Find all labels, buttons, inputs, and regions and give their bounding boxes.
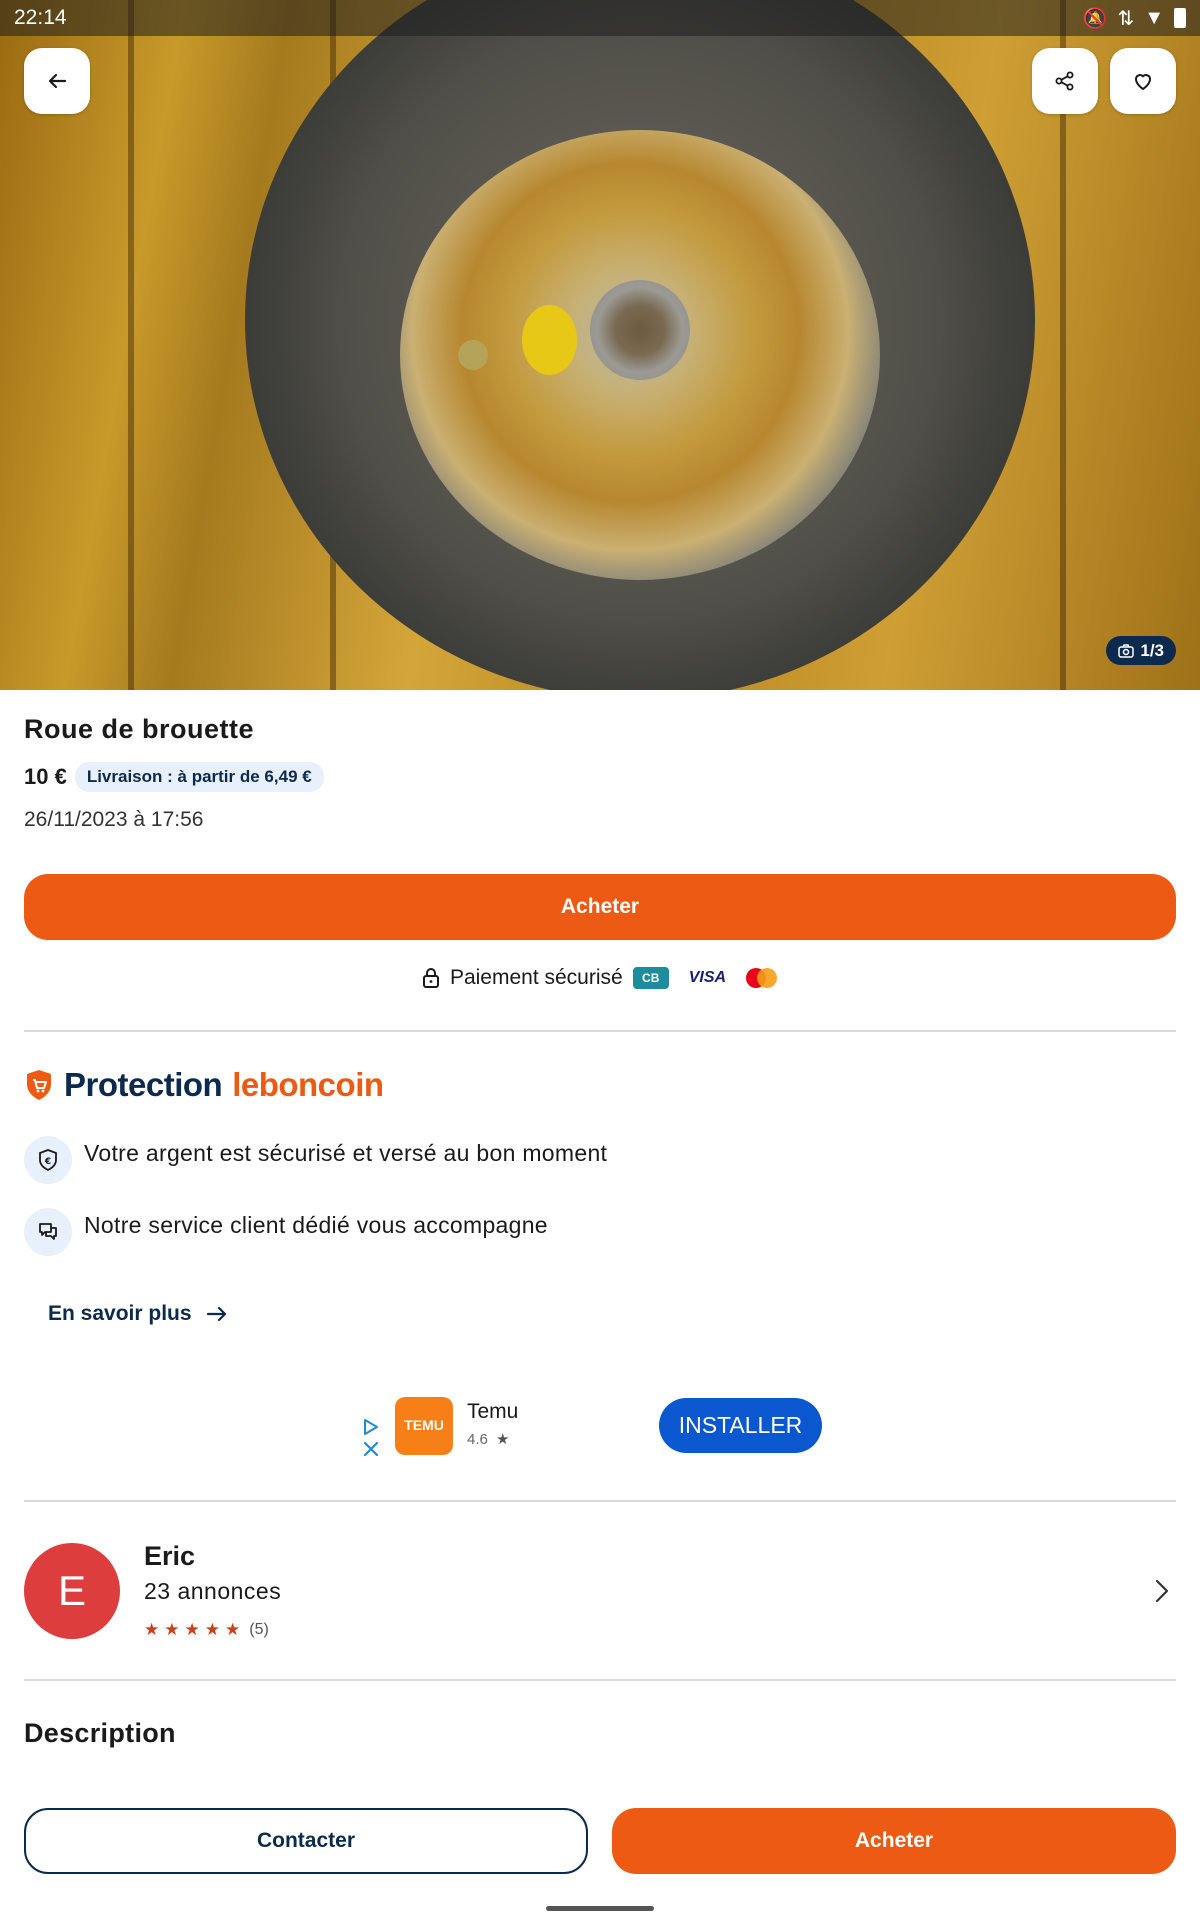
ad-choices[interactable]: [362, 1418, 380, 1458]
ad-app-name: Temu: [467, 1400, 519, 1423]
chevron-right-icon: [1155, 1579, 1169, 1603]
learn-more-label: En savoir plus: [48, 1302, 192, 1325]
learn-more-link[interactable]: En savoir plus: [48, 1302, 228, 1326]
photo-counter-text: 1/3: [1140, 640, 1164, 660]
wheel-hub: [590, 280, 690, 380]
data-arrows-icon: ⇅: [1117, 7, 1135, 30]
protection-title: Protection leboncoin: [24, 1066, 384, 1104]
notifications-off-icon: 🔕: [1082, 7, 1108, 30]
back-button[interactable]: [24, 48, 90, 114]
star-icon: ★: [496, 1431, 510, 1448]
contact-button[interactable]: Contacter: [24, 1808, 588, 1874]
ad-app-rating: 4.6 ★: [467, 1430, 509, 1448]
favorite-button[interactable]: [1110, 48, 1176, 114]
camera-icon: [1118, 643, 1135, 658]
divider: [24, 1500, 1176, 1502]
protection-feature-text: Votre argent est sécurisé et versé au bo…: [84, 1140, 608, 1166]
adchoices-icon: [364, 1419, 378, 1435]
status-icons: 🔕 ⇅ ▼: [1083, 6, 1186, 31]
seller-avatar[interactable]: E: [24, 1543, 120, 1639]
lock-icon: [422, 968, 439, 988]
seller-profile-chevron[interactable]: [1154, 1578, 1170, 1609]
protection-feature-text: Notre service client dédié vous accompag…: [84, 1212, 548, 1238]
star-icon: ★: [144, 1620, 160, 1639]
protection-feature: Notre service client dédié vous accompag…: [24, 1208, 548, 1256]
description-heading: Description: [24, 1718, 176, 1748]
seller-name[interactable]: Eric: [144, 1541, 195, 1572]
tire-valve: [458, 340, 488, 370]
share-icon: [1055, 71, 1074, 91]
warning-sticker: [522, 305, 577, 375]
status-time: 22:14: [14, 6, 67, 29]
share-button[interactable]: [1032, 48, 1098, 114]
visa-card-icon: VISA: [688, 969, 727, 986]
divider: [24, 1030, 1176, 1032]
listing-title: Roue de brouette: [24, 714, 255, 744]
protection-feature: € Votre argent est sécurisé et versé au …: [24, 1136, 607, 1184]
wood-plank-line: [128, 0, 134, 690]
chat-icon: [24, 1208, 72, 1256]
seller-ads-count: 23 annonces: [144, 1578, 282, 1604]
bottom-buy-button[interactable]: Acheter: [612, 1808, 1176, 1874]
delivery-badge: Livraison : à partir de 6,49 €: [74, 762, 324, 792]
heart-icon: [1135, 74, 1151, 90]
listing-price: 10 €: [24, 764, 67, 789]
svg-text:€: €: [44, 1157, 51, 1167]
temu-logo-text: TEMU: [404, 1417, 444, 1434]
star-icon: ★: [184, 1620, 200, 1639]
status-bar: 22:14 🔕 ⇅ ▼: [0, 0, 1200, 36]
price-row: 10 € Livraison : à partir de 6,49 €: [24, 762, 324, 792]
photo-counter-badge: 1/3: [1106, 636, 1176, 665]
listing-date: 26/11/2023 à 17:56: [24, 808, 204, 831]
secure-payment-row: Paiement sécurisé CB VISA: [0, 966, 1200, 990]
seller-review-count: (5): [249, 1621, 269, 1638]
shield-cart-icon: [27, 1070, 51, 1100]
mastercard-icon: [746, 968, 778, 988]
battery-icon: [1174, 8, 1186, 28]
secure-payment-label: Paiement sécurisé: [449, 966, 623, 989]
star-icon: ★: [164, 1620, 180, 1639]
protection-title-part1: Protection: [64, 1066, 223, 1103]
home-indicator[interactable]: [546, 1906, 654, 1911]
listing-photo[interactable]: [0, 0, 1200, 690]
wifi-icon: ▼: [1144, 6, 1164, 29]
star-icon: ★: [204, 1620, 220, 1639]
close-ad-icon[interactable]: [362, 1440, 380, 1458]
cb-card-icon: CB: [632, 967, 669, 989]
euro-shield-icon: €: [24, 1136, 72, 1184]
arrow-right-icon: [206, 1306, 226, 1322]
ad-rating-value: 4.6: [467, 1431, 488, 1448]
buy-button[interactable]: Acheter: [24, 874, 1176, 940]
protection-title-brand: leboncoin: [232, 1066, 384, 1103]
install-button[interactable]: INSTALLER: [659, 1398, 822, 1453]
temu-app-logo[interactable]: TEMU: [395, 1397, 453, 1455]
divider: [24, 1679, 1176, 1681]
star-icon: ★: [225, 1620, 241, 1639]
seller-rating: ★ ★ ★ ★ ★ (5): [144, 1620, 269, 1640]
arrow-left-icon: [48, 73, 67, 89]
